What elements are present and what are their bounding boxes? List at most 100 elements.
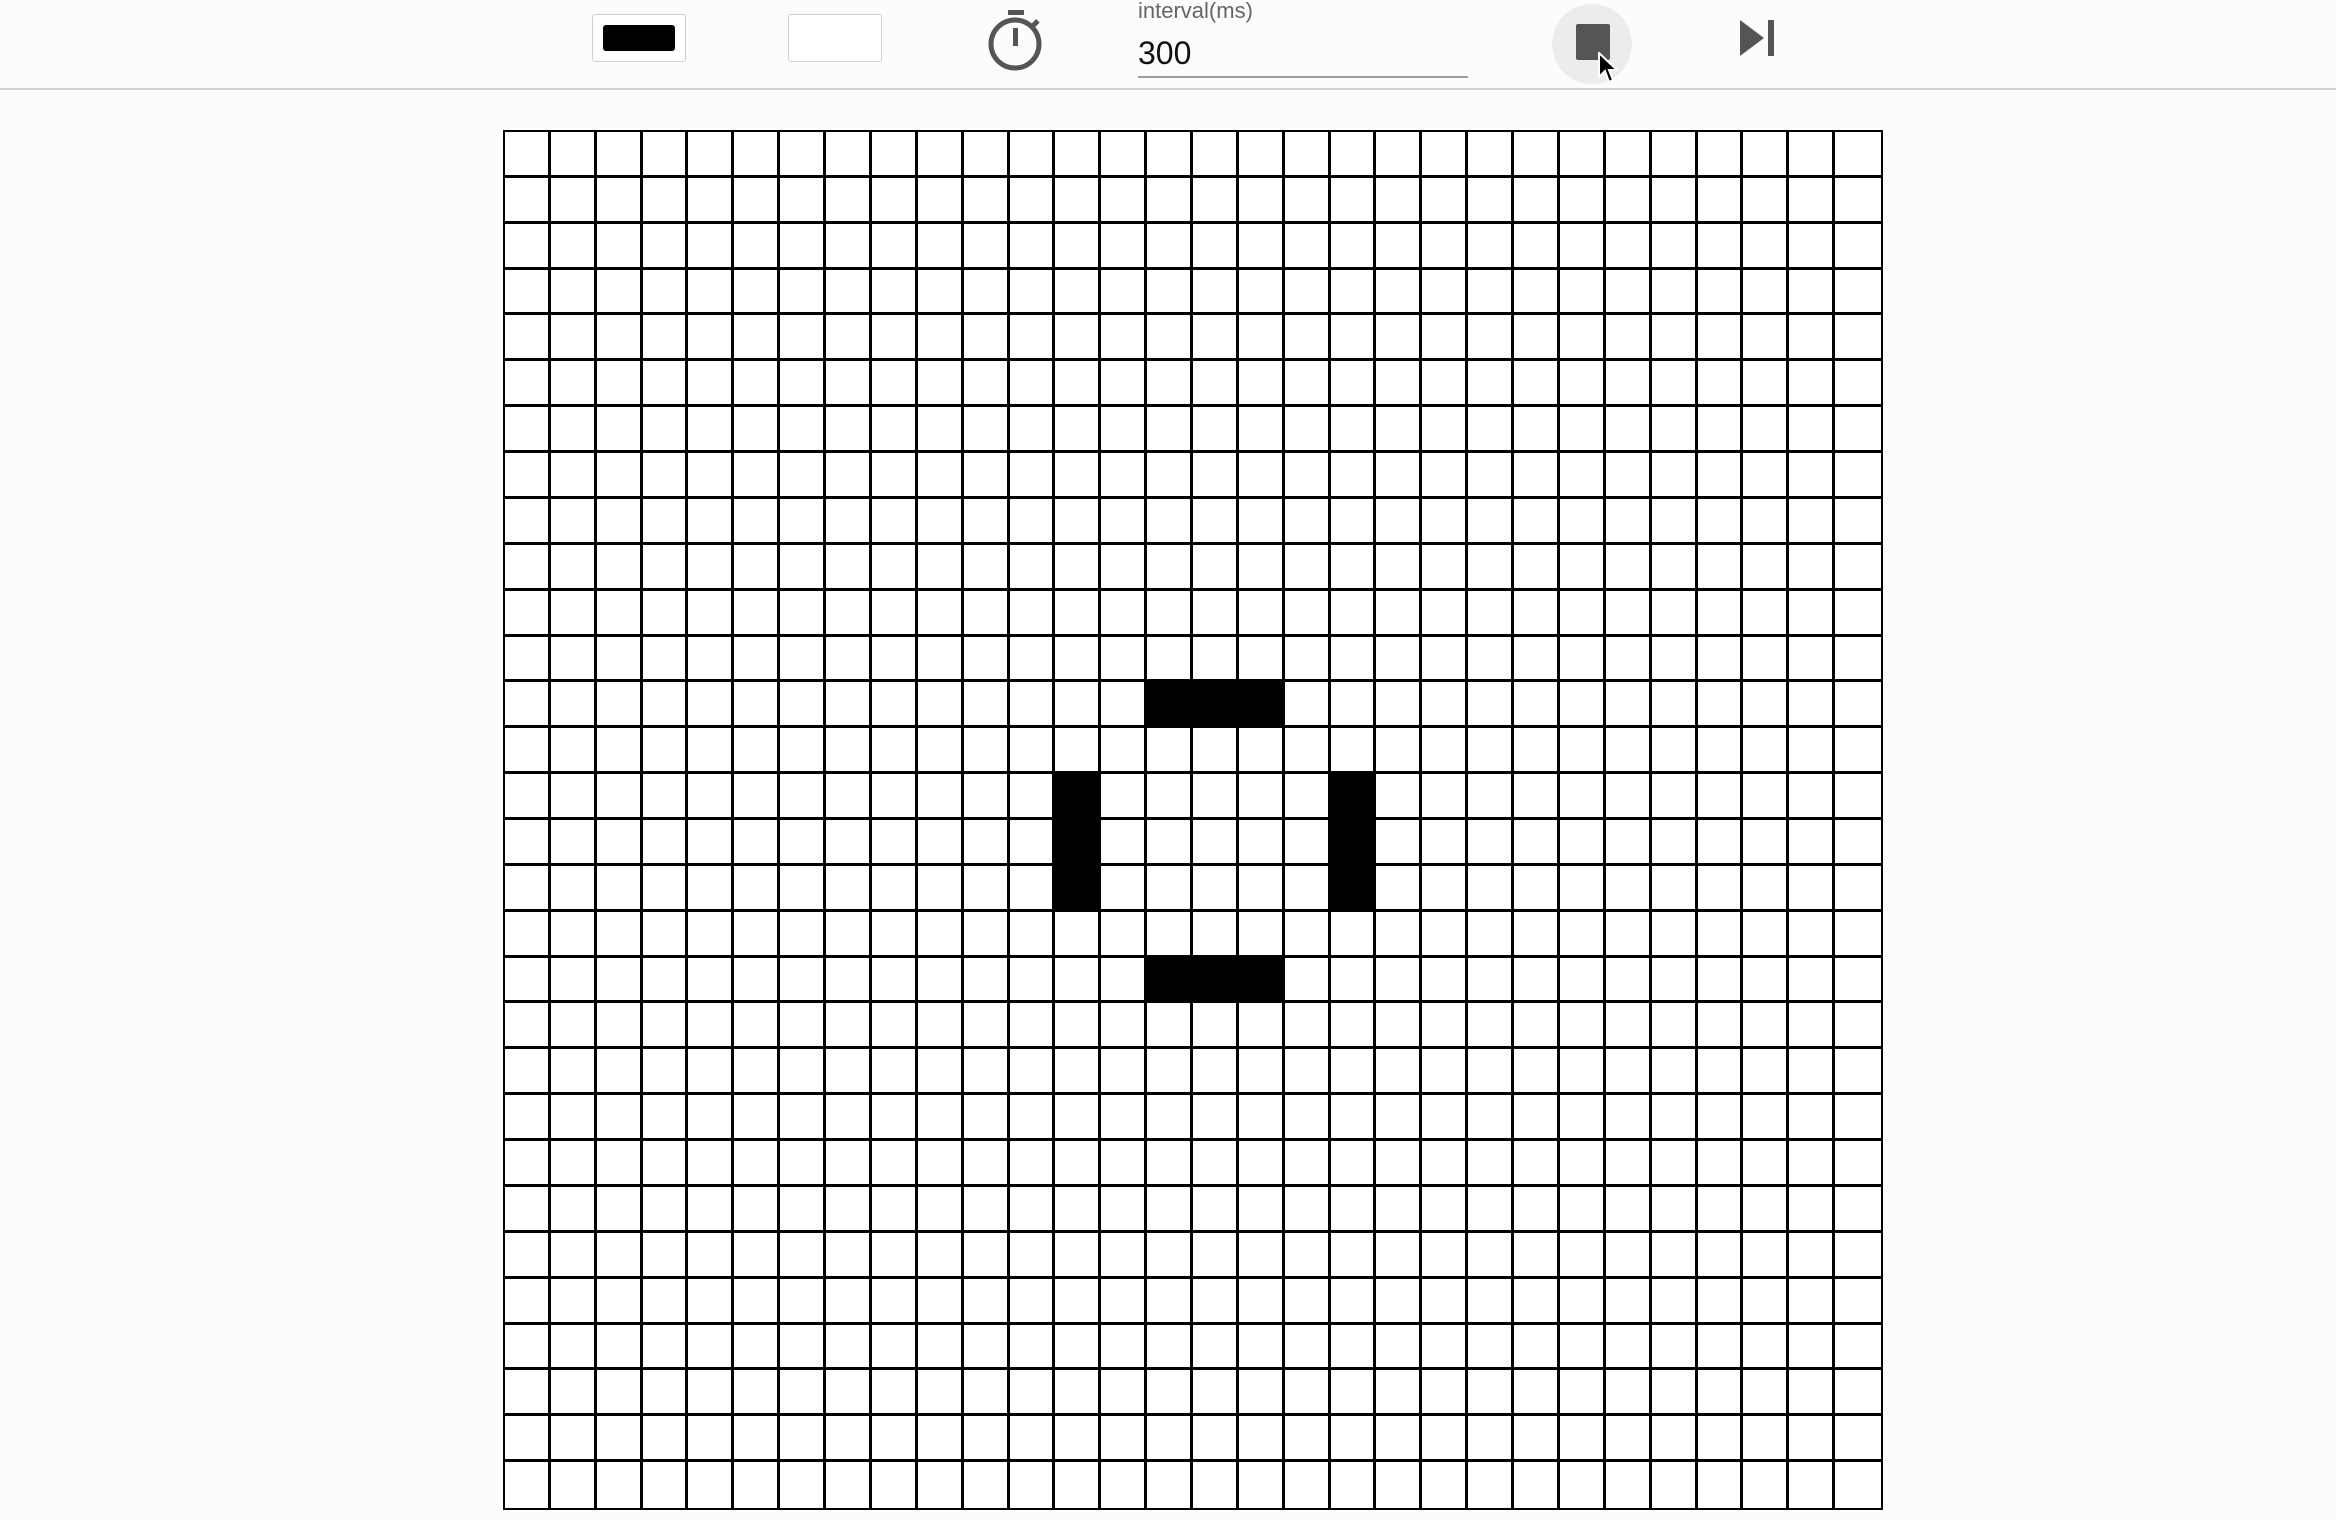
- grid-cell[interactable]: [917, 774, 964, 820]
- grid-cell[interactable]: [1376, 177, 1423, 224]
- grid-cell[interactable]: [550, 1416, 597, 1463]
- grid-cell[interactable]: [1192, 1324, 1239, 1371]
- grid-cell[interactable]: [780, 682, 827, 729]
- grid-cell[interactable]: [505, 1278, 551, 1325]
- grid-cell[interactable]: [1330, 544, 1377, 591]
- grid-cell[interactable]: [1468, 544, 1515, 591]
- grid-cell[interactable]: [1514, 1186, 1560, 1233]
- grid-cell[interactable]: [1422, 407, 1469, 454]
- grid-cell[interactable]: [1468, 1278, 1515, 1325]
- grid-cell[interactable]: [1147, 361, 1193, 408]
- grid-cell[interactable]: [871, 682, 918, 729]
- grid-cell[interactable]: [1789, 269, 1836, 316]
- grid-cell[interactable]: [780, 177, 827, 224]
- grid-cell[interactable]: [1514, 636, 1560, 683]
- grid-cell[interactable]: [1697, 1370, 1744, 1417]
- grid-cell[interactable]: [1055, 1049, 1102, 1096]
- grid-cell[interactable]: [871, 1370, 918, 1417]
- grid-cell[interactable]: [917, 1370, 964, 1417]
- grid-cell[interactable]: [1376, 728, 1423, 775]
- grid-cell[interactable]: [780, 957, 827, 1004]
- grid-cell[interactable]: [963, 911, 1010, 958]
- grid-cell[interactable]: [642, 590, 689, 637]
- grid-cell[interactable]: [1238, 453, 1285, 499]
- grid-cell[interactable]: [1605, 1049, 1652, 1096]
- grid-cell[interactable]: [1009, 1278, 1056, 1325]
- grid-cell[interactable]: [1009, 911, 1056, 958]
- grid-cell[interactable]: [1514, 177, 1560, 224]
- grid-cell[interactable]: [1101, 865, 1148, 912]
- grid-cell[interactable]: [780, 1370, 827, 1417]
- grid-cell[interactable]: [1514, 223, 1560, 270]
- grid-cell[interactable]: [780, 544, 827, 591]
- grid-cell[interactable]: [1697, 865, 1744, 912]
- grid-cell[interactable]: [1330, 1186, 1377, 1233]
- grid-cell[interactable]: [1422, 269, 1469, 316]
- grid-cell[interactable]: [1376, 1462, 1423, 1508]
- grid-cell[interactable]: [1101, 1049, 1148, 1096]
- grid-cell[interactable]: [1330, 453, 1377, 499]
- grid-cell[interactable]: [734, 590, 781, 637]
- grid-cell[interactable]: [1238, 315, 1285, 362]
- grid-cell[interactable]: [550, 819, 597, 866]
- grid-cell[interactable]: [505, 682, 551, 729]
- grid-cell[interactable]: [596, 1186, 643, 1233]
- grid-cell[interactable]: [1284, 590, 1331, 637]
- grid-cell[interactable]: [642, 315, 689, 362]
- grid-cell[interactable]: [505, 774, 551, 820]
- grid-cell[interactable]: [917, 590, 964, 637]
- grid-cell[interactable]: [1422, 774, 1469, 820]
- grid-cell[interactable]: [1147, 636, 1193, 683]
- grid-cell[interactable]: [1376, 1232, 1423, 1279]
- grid-cell-alive[interactable]: [1330, 774, 1377, 820]
- grid-cell[interactable]: [1055, 590, 1102, 637]
- grid-cell[interactable]: [1422, 590, 1469, 637]
- grid-cell[interactable]: [871, 269, 918, 316]
- grid-cell[interactable]: [1835, 911, 1881, 958]
- grid-cell[interactable]: [917, 819, 964, 866]
- grid-cell[interactable]: [917, 315, 964, 362]
- grid-cell[interactable]: [1009, 728, 1056, 775]
- grid-cell[interactable]: [1651, 132, 1698, 178]
- grid-cell[interactable]: [734, 177, 781, 224]
- grid-cell[interactable]: [505, 590, 551, 637]
- grid-cell[interactable]: [1101, 911, 1148, 958]
- grid-cell[interactable]: [1147, 774, 1193, 820]
- grid-cell[interactable]: [1422, 957, 1469, 1004]
- grid-cell[interactable]: [1605, 544, 1652, 591]
- grid-cell[interactable]: [1651, 498, 1698, 545]
- grid-cell[interactable]: [1743, 1095, 1790, 1142]
- grid-cell[interactable]: [1147, 177, 1193, 224]
- grid-cell[interactable]: [1147, 911, 1193, 958]
- grid-cell[interactable]: [1147, 132, 1193, 178]
- grid-cell[interactable]: [1147, 1462, 1193, 1508]
- grid-cell[interactable]: [1055, 1003, 1102, 1050]
- grid-cell[interactable]: [1697, 911, 1744, 958]
- grid-cell[interactable]: [1835, 819, 1881, 866]
- grid-cell[interactable]: [1101, 1324, 1148, 1371]
- grid-cell[interactable]: [1605, 1186, 1652, 1233]
- grid-cell[interactable]: [1651, 1003, 1698, 1050]
- grid-cell[interactable]: [871, 1141, 918, 1187]
- grid-cell[interactable]: [1192, 315, 1239, 362]
- grid-cell[interactable]: [780, 1095, 827, 1142]
- grid-cell[interactable]: [550, 1278, 597, 1325]
- grid-cell[interactable]: [1284, 1232, 1331, 1279]
- grid-cell[interactable]: [1055, 177, 1102, 224]
- grid-cell[interactable]: [1605, 177, 1652, 224]
- grid-cell[interactable]: [1697, 498, 1744, 545]
- grid-cell[interactable]: [1101, 1141, 1148, 1187]
- grid-cell[interactable]: [826, 407, 872, 454]
- grid-cell[interactable]: [1559, 498, 1606, 545]
- grid-cell[interactable]: [1238, 911, 1285, 958]
- grid-cell[interactable]: [871, 223, 918, 270]
- grid-cell[interactable]: [1192, 498, 1239, 545]
- grid-cell[interactable]: [1101, 132, 1148, 178]
- grid-cell[interactable]: [1101, 177, 1148, 224]
- grid-cell[interactable]: [1697, 682, 1744, 729]
- grid-cell[interactable]: [734, 636, 781, 683]
- grid-cell-alive[interactable]: [1192, 957, 1239, 1004]
- grid-cell[interactable]: [1789, 1416, 1836, 1463]
- grid-cell[interactable]: [1147, 819, 1193, 866]
- grid-cell[interactable]: [1422, 1278, 1469, 1325]
